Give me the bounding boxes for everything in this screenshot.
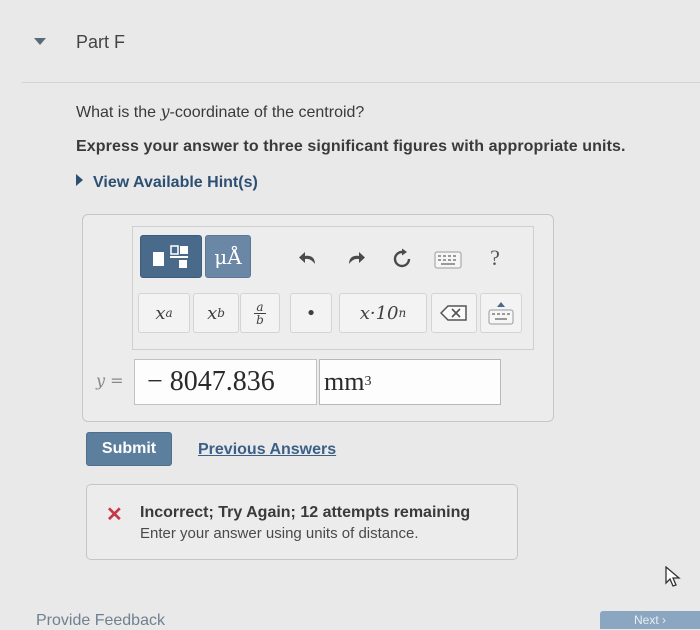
keyboard-icon[interactable] — [434, 250, 462, 270]
instructions: Express your answer to three significant… — [76, 138, 626, 155]
subscript-index: b — [217, 306, 225, 320]
part-title: Part F — [76, 32, 126, 52]
variable-label: y = — [96, 371, 124, 390]
previous-answers-link[interactable]: Previous Answers — [198, 441, 336, 459]
fraction-denominator: b — [256, 312, 264, 327]
question-text-end: -coordinate of the centroid? — [169, 104, 365, 121]
reset-icon[interactable] — [390, 247, 414, 271]
backspace-button[interactable] — [431, 293, 477, 333]
question-text: What is the y-coordinate of the centroid… — [76, 102, 364, 122]
redo-icon[interactable] — [344, 247, 368, 271]
expand-arrow-icon — [76, 174, 83, 186]
subscript-button[interactable]: xb — [193, 293, 239, 333]
divider — [22, 82, 700, 83]
fraction-numerator: a — [256, 299, 264, 314]
superscript-button[interactable]: xa — [138, 293, 190, 333]
sci-base: x·10 — [359, 302, 399, 324]
sci-exponent: n — [398, 306, 407, 320]
undo-icon[interactable] — [296, 247, 320, 271]
units-button[interactable]: μÅ — [205, 235, 251, 278]
next-button[interactable]: Next › — [600, 611, 700, 629]
units-text: mm — [324, 367, 365, 396]
templates-button[interactable] — [140, 235, 202, 278]
answer-value-input[interactable]: − 8047.836 — [134, 359, 317, 405]
keyboard-toggle-icon — [488, 302, 514, 325]
collapse-caret-icon[interactable] — [34, 38, 46, 45]
units-exponent: 3 — [364, 374, 372, 389]
keyboard-toggle-button[interactable] — [480, 293, 522, 333]
feedback-detail: Enter your answer using units of distanc… — [140, 525, 419, 542]
view-hints-label: View Available Hint(s) — [93, 174, 258, 191]
feedback-title: Incorrect; Try Again; 12 attempts remain… — [140, 504, 471, 521]
answer-units-input[interactable]: mm 3 — [319, 359, 501, 405]
backspace-icon — [440, 305, 467, 321]
mouse-pointer-icon — [664, 565, 682, 588]
incorrect-x-icon: ✕ — [106, 504, 123, 526]
scientific-notation-button[interactable]: x·10 n — [339, 293, 427, 333]
multiply-dot-button[interactable]: • — [290, 293, 332, 333]
superscript-exponent: a — [165, 306, 173, 320]
fraction-button[interactable]: a b — [240, 293, 280, 333]
question-text-start: What is the — [76, 104, 161, 121]
subscript-base: x — [207, 302, 218, 324]
templates-icon — [153, 244, 188, 268]
fraction-icon: a b — [254, 301, 266, 326]
view-hints-link[interactable]: View Available Hint(s) — [76, 174, 258, 192]
help-button[interactable]: ? — [483, 244, 507, 272]
superscript-base: x — [155, 302, 166, 324]
submit-button[interactable]: Submit — [86, 432, 172, 466]
provide-feedback-link[interactable]: Provide Feedback — [36, 612, 165, 630]
question-variable: y — [160, 102, 170, 121]
feedback-box — [86, 484, 518, 560]
